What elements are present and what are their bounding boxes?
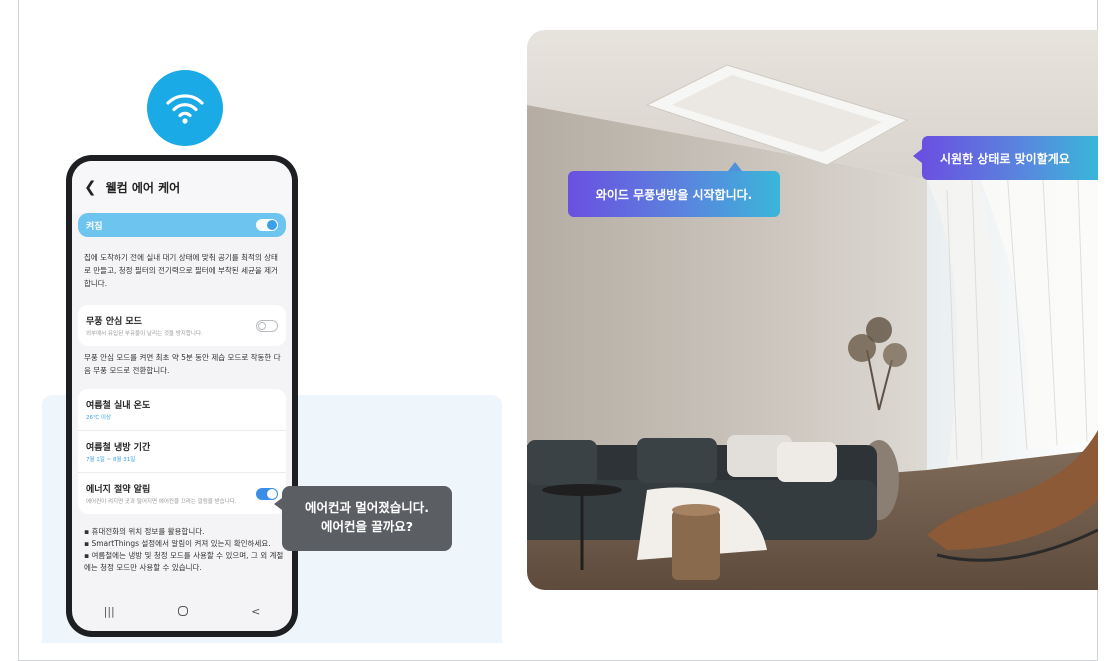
setting-title: 여름철 냉방 기간 [86, 443, 151, 453]
energy-alert-title: 에너지 절약 알림 [86, 485, 151, 495]
phone-screen: ❮ 웰컴 에어 케어 켜짐 집에 도착하기 전에 실내 대기 상태에 맞춰 공기… [72, 161, 292, 631]
main-switch-row[interactable]: 켜짐 [78, 213, 286, 237]
notes-list: ▪ 휴대전화의 위치 정보를 활용합니다. ▪ SmartThings 설정에서… [84, 526, 286, 574]
wide-cooling-bubble: 와이드 무풍냉방을 시작합니다. [568, 162, 780, 217]
bubble-line-2: 에어컨을 끌까요? [320, 519, 414, 534]
page-title: 웰컴 에어 케어 [105, 180, 181, 195]
distance-alert-bubble: 에어컨과 멀어졌습니다. 에어컨을 끌까요? [274, 486, 452, 551]
windfree-mode-subtitle: 외부에서 유입된 부유물이 날리는 것을 방지합니다. [86, 331, 203, 337]
welcome-cool-bubble: 시원한 상태로 맞이할게요 [913, 136, 1098, 180]
setting-row-temperature[interactable]: 여름철 실내 온도 26℃ 이상 [78, 389, 286, 430]
app-header: ❮ 웰컴 에어 케어 [72, 161, 292, 213]
phone-mockup: ❮ 웰컴 에어 케어 켜짐 집에 도착하기 전에 실내 대기 상태에 맞춰 공기… [66, 155, 298, 637]
chevron-left-icon[interactable]: ❮ [84, 179, 97, 195]
windfree-mode-toggle[interactable] [256, 319, 278, 332]
setting-row-period[interactable]: 여름철 냉방 기간 7월 1일 ~ 8월 31일 [78, 430, 286, 472]
home-icon[interactable] [177, 606, 188, 616]
main-toggle[interactable] [256, 219, 278, 231]
bubble-line-1: 에어컨과 멀어졌습니다. [304, 500, 430, 515]
note-item: ▪ 휴대전화의 위치 정보를 활용합니다. [84, 527, 205, 536]
note-item: ▪ 여름철에는 냉방 및 청정 모드를 사용할 수 있으며, 그 외 계절에는 … [84, 551, 284, 572]
settings-card: 여름철 실내 온도 26℃ 이상 여름철 냉방 기간 7월 1일 ~ 8월 31… [78, 389, 286, 514]
windfree-mode-title: 무풍 안심 모드 [86, 317, 142, 327]
feature-description: 집에 도착하기 전에 실내 대기 상태에 맞춰 공기를 최적의 상태로 만들고,… [84, 253, 278, 288]
energy-alert-row[interactable]: 에너지 절약 알림 에어컨이 켜지면 곳과 떨어지면 에어컨을 끄라는 알림을 … [78, 472, 286, 514]
recent-apps-button[interactable]: ||| [104, 605, 115, 618]
main-switch-label: 켜짐 [86, 221, 103, 232]
living-room-photo [527, 30, 1098, 590]
energy-alert-subtitle: 에어컨이 켜지면 곳과 떨어지면 에어컨을 끄라는 알림을 받습니다. [86, 499, 237, 505]
system-nav-bar: ||| < [72, 591, 292, 631]
windfree-description: 무풍 안심 모드를 켜면 최초 약 5분 동안 제습 모드로 작동한 다음 무풍… [84, 353, 281, 375]
setting-title: 여름철 실내 온도 [86, 401, 151, 411]
back-button[interactable]: < [251, 605, 260, 618]
windfree-mode-card[interactable]: 무풍 안심 모드 외부에서 유입된 부유물이 날리는 것을 방지합니다. [78, 305, 286, 346]
setting-value: 7월 1일 ~ 8월 31일 [86, 457, 136, 463]
setting-value: 26℃ 이상 [86, 415, 112, 421]
note-item: ▪ SmartThings 설정에서 알림이 켜져 있는지 확인하세요. [84, 539, 271, 548]
wifi-icon [147, 70, 223, 146]
